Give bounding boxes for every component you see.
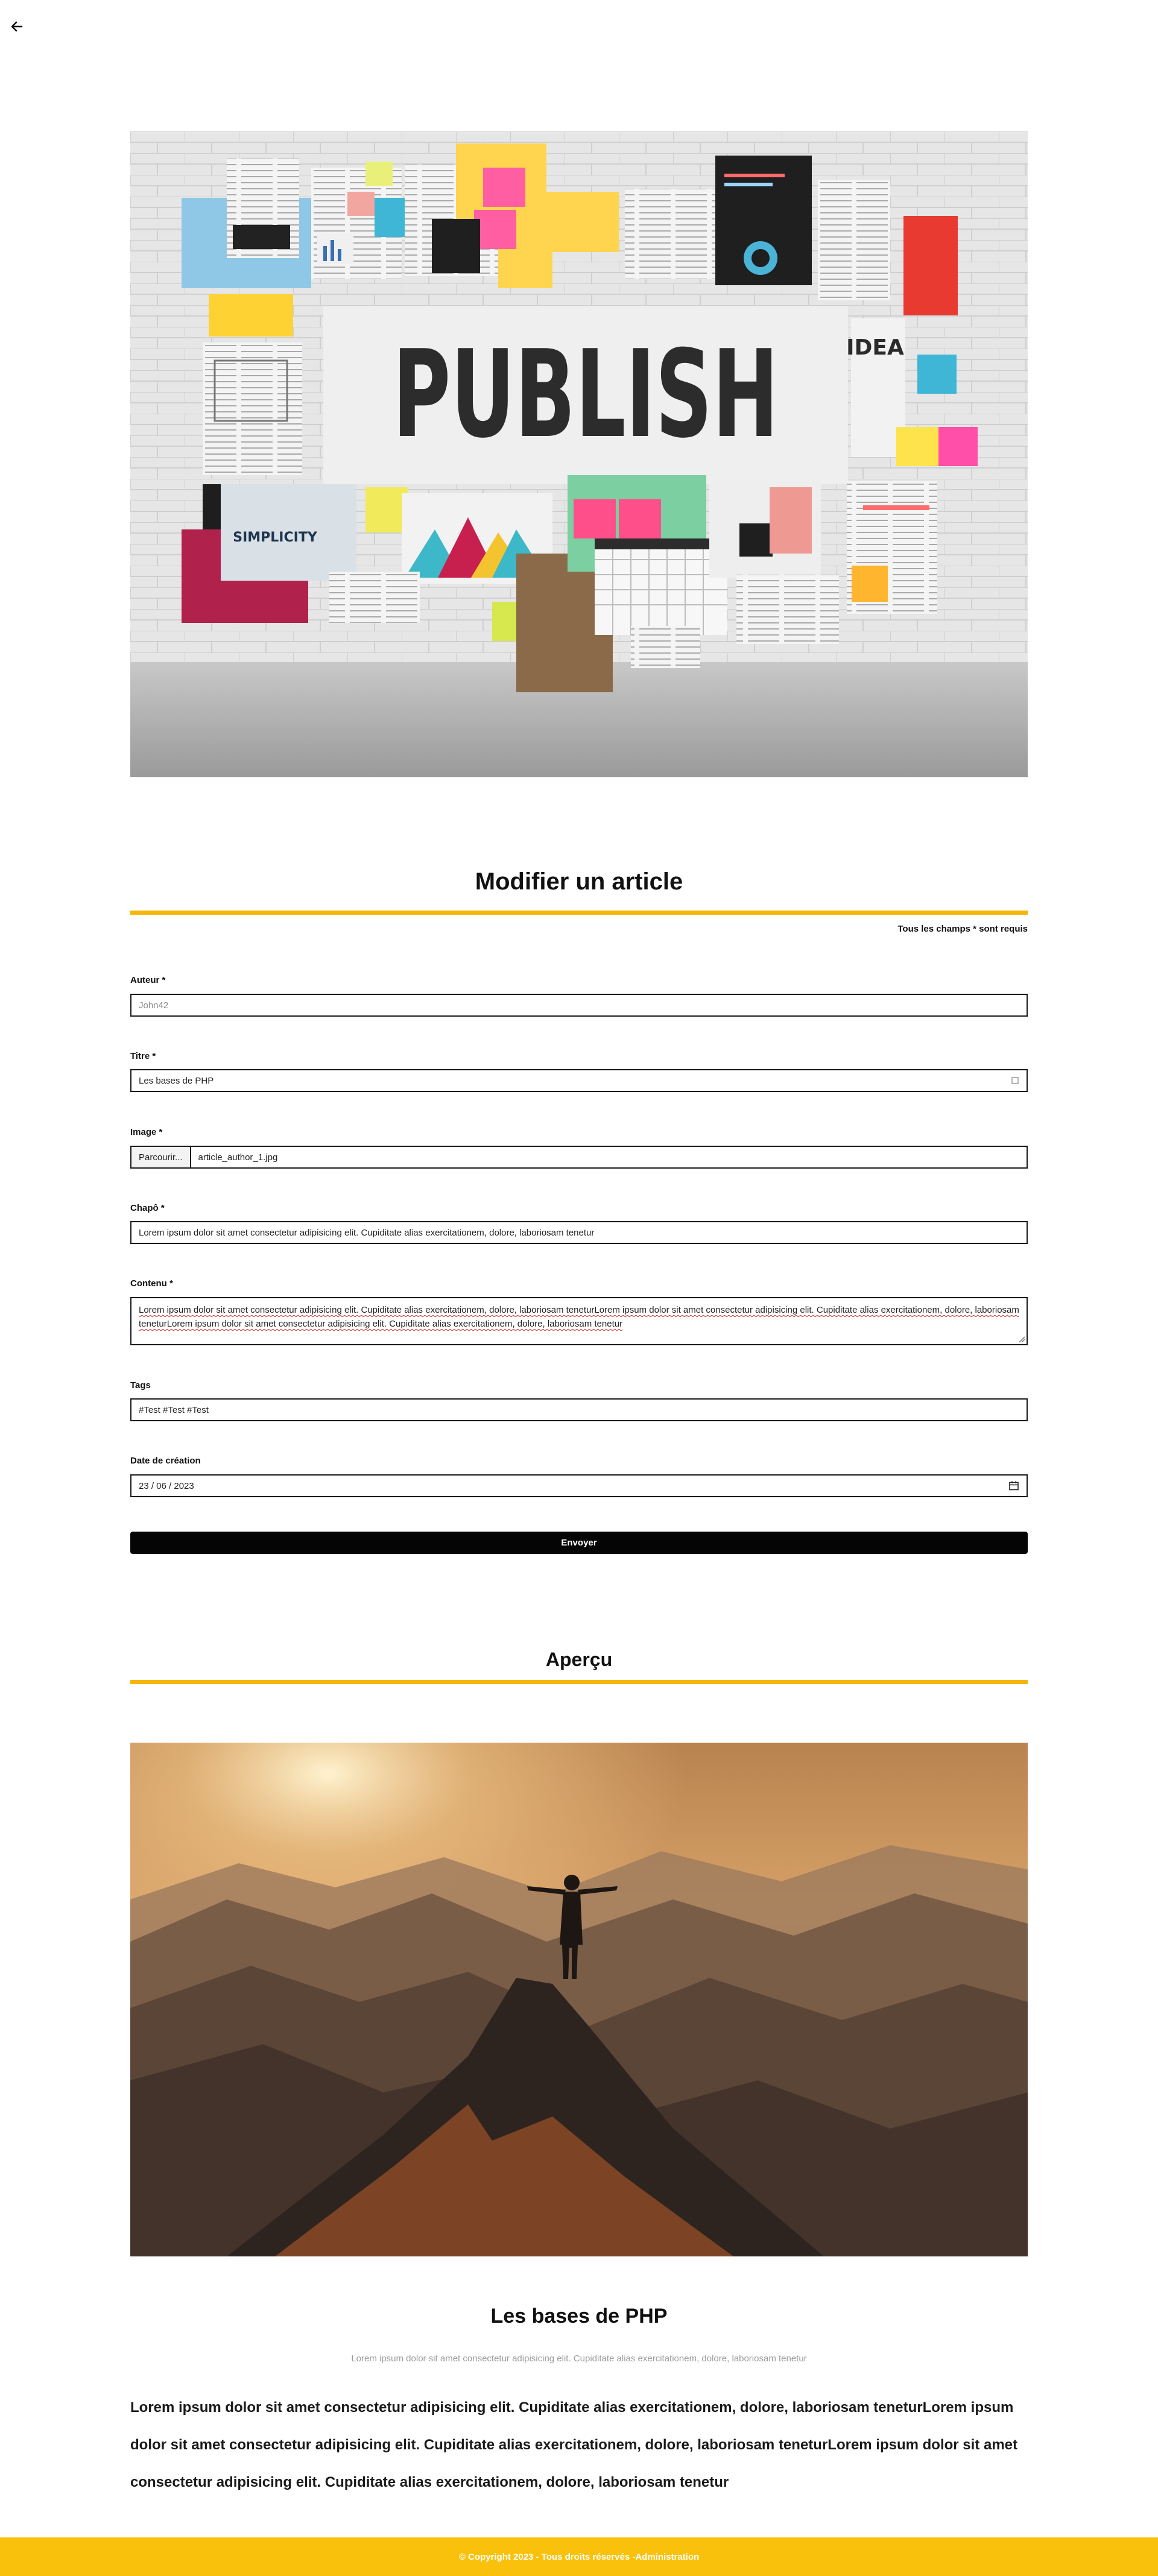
preview-article-title: Les bases de PHP <box>490 2305 668 2328</box>
form-title-divider <box>130 911 1028 915</box>
preview-article-chapo: Lorem ipsum dolor sit amet consectetur a… <box>351 2353 807 2364</box>
publish-sign-text: PUBLISH <box>393 324 779 465</box>
simplicity-note-text: SIMPLICITY <box>233 530 318 545</box>
footer: © Copyright 2023 - Tous droits réservés … <box>0 2537 1158 2576</box>
preview-heading-divider <box>130 1680 1028 1684</box>
author-label: Auteur * <box>130 975 166 985</box>
form-title: Modifier un article <box>475 868 683 895</box>
mountain-summit-illustration <box>130 1743 1028 2256</box>
selected-file-name: article_author_1.jpg <box>198 1152 278 1163</box>
title-input[interactable]: Les bases de PHP <box>130 1069 1028 1092</box>
resize-grip-icon[interactable] <box>1017 1334 1025 1343</box>
image-label: Image * <box>130 1127 163 1137</box>
calendar-icon[interactable] <box>1008 1480 1019 1491</box>
content-label: Contenu * <box>130 1278 173 1289</box>
creation-date-input[interactable]: 23 / 06 / 2023 <box>130 1474 1028 1497</box>
autofill-card-icon[interactable] <box>1011 1076 1019 1085</box>
creation-date-label: Date de création <box>130 1456 201 1466</box>
creation-date-value: 23 / 06 / 2023 <box>139 1480 194 1491</box>
chapo-label: Chapô * <box>130 1203 165 1213</box>
required-fields-note: Tous les champs * sont requis <box>897 924 1028 934</box>
title-label: Titre * <box>130 1051 156 1061</box>
tags-input-value: #Test #Test #Test <box>139 1404 209 1415</box>
publish-collage-illustration: PUBLISH SIMPLICITY IDEA <box>130 131 1028 777</box>
author-input-placeholder: John42 <box>139 1000 169 1011</box>
submit-button[interactable]: Envoyer <box>130 1532 1028 1554</box>
image-file-input[interactable]: Parcourir... article_author_1.jpg <box>130 1146 1028 1169</box>
content-textarea-value: Lorem ipsum dolor sit amet consectetur a… <box>139 1305 1019 1329</box>
content-textarea[interactable]: Lorem ipsum dolor sit amet consectetur a… <box>130 1297 1028 1345</box>
title-input-value: Les bases de PHP <box>139 1075 214 1086</box>
chapo-input-value: Lorem ipsum dolor sit amet consectetur a… <box>139 1227 595 1238</box>
preview-heading: Aperçu <box>545 1649 613 1670</box>
hero-image: PUBLISH SIMPLICITY IDEA <box>130 131 1028 777</box>
arrow-left-icon <box>11 21 23 32</box>
author-input[interactable]: John42 <box>130 994 1028 1017</box>
tags-input[interactable]: #Test #Test #Test <box>130 1398 1028 1421</box>
idea-note-text: IDEA <box>846 335 904 360</box>
chapo-input[interactable]: Lorem ipsum dolor sit amet consectetur a… <box>130 1221 1028 1244</box>
back-button[interactable] <box>8 18 25 35</box>
tags-label: Tags <box>130 1380 151 1391</box>
preview-article-content: Lorem ipsum dolor sit amet consectetur a… <box>130 2399 1017 2490</box>
browse-button[interactable]: Parcourir... <box>131 1147 191 1167</box>
preview-article-image <box>130 1743 1028 2256</box>
footer-admin-link[interactable]: Administration <box>635 2552 699 2562</box>
footer-copyright: © Copyright 2023 - Tous droits réservés … <box>458 2551 636 2562</box>
